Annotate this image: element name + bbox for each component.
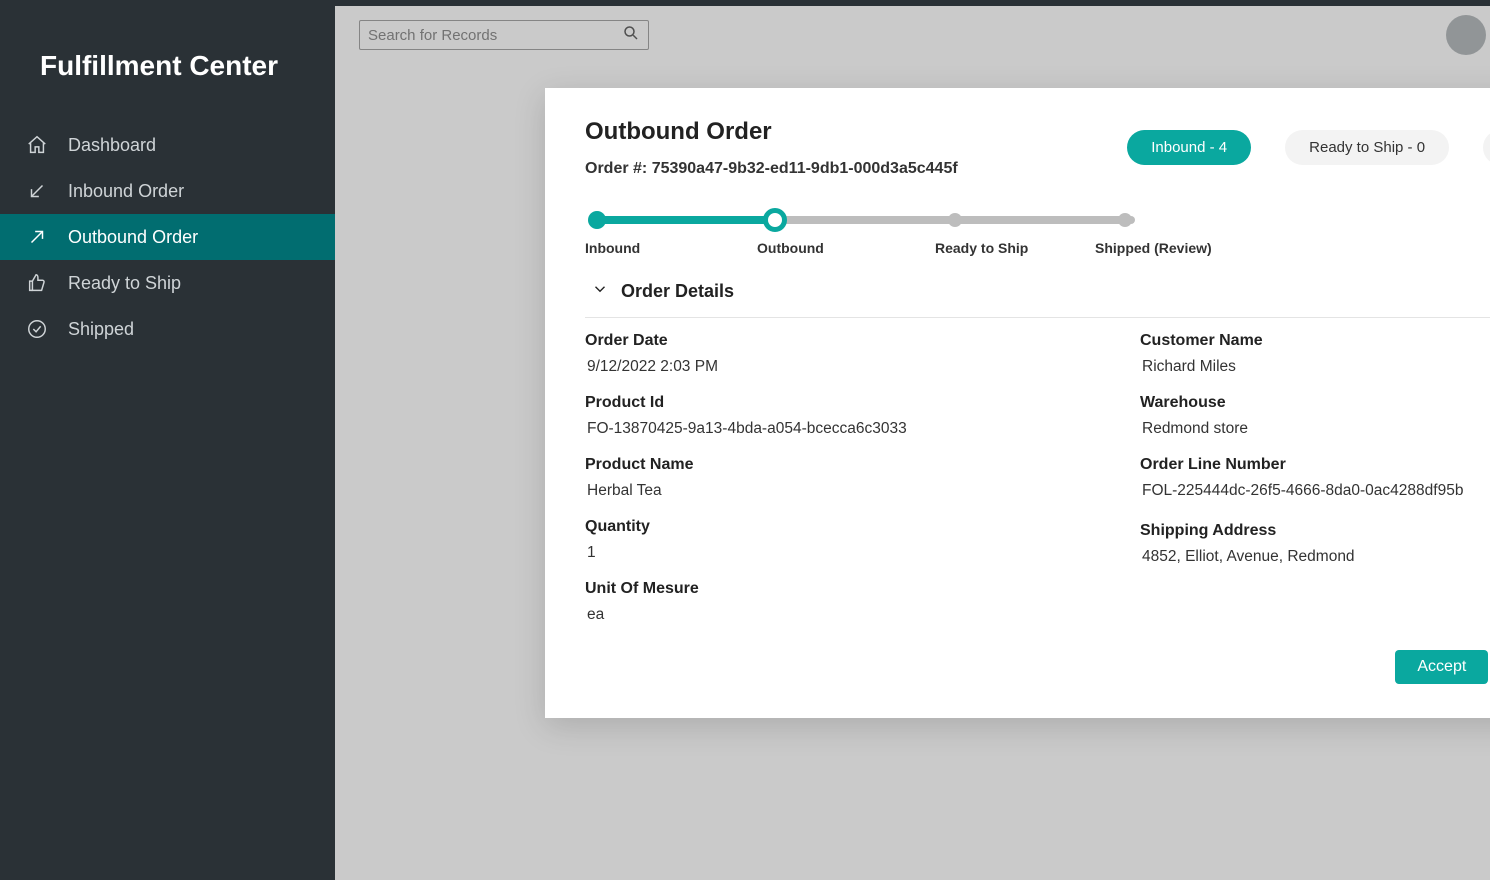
search-box[interactable] xyxy=(359,20,649,50)
pill-ready-to-ship[interactable]: Ready to Ship - 0 xyxy=(1285,130,1449,165)
modal-title: Outbound Order xyxy=(585,118,958,146)
value-order-date: 9/12/2022 2:03 PM xyxy=(585,358,1080,376)
search-icon xyxy=(622,24,640,47)
step-dot-inbound xyxy=(588,211,606,229)
label-quantity: Quantity xyxy=(585,518,1080,536)
nav-label: Ready to Ship xyxy=(68,273,181,294)
nav-item-shipped[interactable]: Shipped xyxy=(0,306,335,352)
nav-item-ready-to-ship[interactable]: Ready to Ship xyxy=(0,260,335,306)
check-circle-icon xyxy=(26,318,48,340)
arrow-up-right-icon xyxy=(26,226,48,248)
search-input[interactable] xyxy=(368,27,622,44)
nav-label: Outbound Order xyxy=(68,227,198,248)
order-details-toggle[interactable]: Order Details xyxy=(585,280,1490,303)
order-details: Order Date 9/12/2022 2:03 PM Product Id … xyxy=(585,328,1490,642)
nav-item-dashboard[interactable]: Dashboard xyxy=(0,122,335,168)
nav-label: Inbound Order xyxy=(68,181,184,202)
value-product-id: FO-13870425-9a13-4bda-a054-bcecca6c3033 xyxy=(585,420,1080,438)
step-label: Outbound xyxy=(757,240,824,256)
topbar xyxy=(335,6,1490,64)
label-product-id: Product Id xyxy=(585,394,1080,412)
accept-button[interactable]: Accept xyxy=(1395,650,1488,684)
status-pill-row: Inbound - 4 Ready to Ship - 0 Shipped - … xyxy=(1127,130,1490,165)
label-order-line: Order Line Number xyxy=(1140,456,1490,474)
nav-label: Dashboard xyxy=(68,135,156,156)
main-area: Outbound Order Order #: 75390a47-9b32-ed… xyxy=(335,0,1490,880)
sidebar: Fulfillment Center Dashboard Inbound Ord… xyxy=(0,0,335,880)
label-warehouse: Warehouse xyxy=(1140,394,1490,412)
step-label: Shipped (Review) xyxy=(1095,240,1212,256)
label-customer-name: Customer Name xyxy=(1140,332,1490,350)
label-uom: Unit Of Mesure xyxy=(585,580,1080,598)
pill-shipped[interactable]: Shipped - 11 xyxy=(1483,130,1490,165)
nav-item-inbound[interactable]: Inbound Order xyxy=(0,168,335,214)
value-product-name: Herbal Tea xyxy=(585,482,1080,500)
thumbs-up-icon xyxy=(26,272,48,294)
avatar[interactable] xyxy=(1446,15,1486,55)
value-order-line: FOL-225444dc-26f5-4666-8da0-0ac4288df95b xyxy=(1140,482,1490,500)
pill-inbound[interactable]: Inbound - 4 xyxy=(1127,130,1251,165)
nav-list: Dashboard Inbound Order Outbound Order R… xyxy=(0,122,335,352)
step-label: Inbound xyxy=(585,240,640,256)
value-warehouse: Redmond store xyxy=(1140,420,1490,438)
nav-item-outbound[interactable]: Outbound Order xyxy=(0,214,335,260)
order-number: Order #: 75390a47-9b32-ed11-9db1-000d3a5… xyxy=(585,160,958,178)
label-shipping-address: Shipping Address xyxy=(1140,522,1490,540)
arrow-down-left-icon xyxy=(26,180,48,202)
step-dot-outbound xyxy=(763,208,787,232)
nav-label: Shipped xyxy=(68,319,134,340)
value-uom: ea xyxy=(585,606,1080,624)
app-title: Fulfillment Center xyxy=(0,28,335,122)
outbound-order-modal: Outbound Order Order #: 75390a47-9b32-ed… xyxy=(545,88,1490,718)
progress-stepper: Inbound Outbound Ready to Ship Shipped (… xyxy=(585,206,1145,276)
label-order-date: Order Date xyxy=(585,332,1080,350)
step-dot-shipped xyxy=(1118,213,1132,227)
section-title: Order Details xyxy=(621,281,734,302)
value-customer-name: Richard Miles xyxy=(1140,358,1490,376)
step-dot-ready xyxy=(948,213,962,227)
step-label: Ready to Ship xyxy=(935,240,1028,256)
value-shipping-address: 4852, Elliot, Avenue, Redmond xyxy=(1140,548,1490,566)
value-quantity: 1 xyxy=(585,544,1080,562)
home-icon xyxy=(26,134,48,156)
chevron-down-icon xyxy=(591,280,609,303)
label-product-name: Product Name xyxy=(585,456,1080,474)
